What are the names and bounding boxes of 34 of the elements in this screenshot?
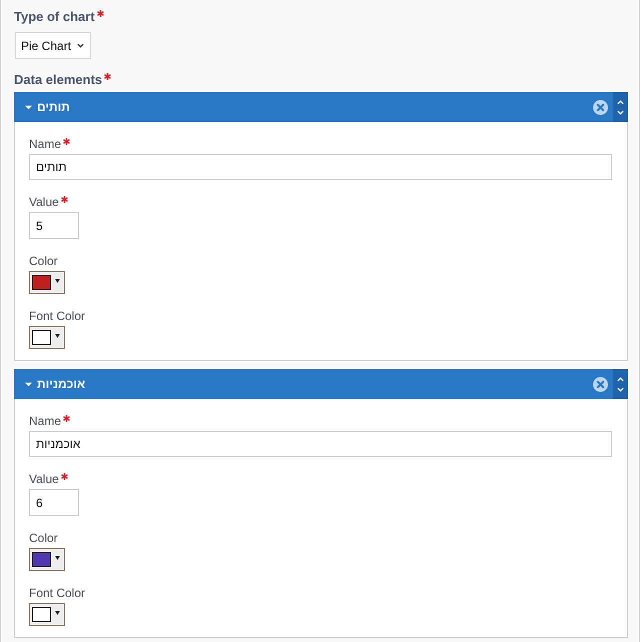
value-input[interactable]: 5	[29, 212, 79, 239]
element-title: אוכמניות	[37, 377, 86, 391]
field-label: Name	[29, 414, 62, 428]
color-picker[interactable]	[29, 326, 65, 349]
field-label: Value	[29, 195, 59, 209]
chevron-up-icon[interactable]	[617, 376, 624, 382]
chart-type-select[interactable]: Pie Chart	[15, 32, 91, 59]
color-picker[interactable]	[29, 271, 65, 294]
chevron-down-icon[interactable]	[617, 386, 624, 392]
caret-down-icon	[55, 334, 60, 338]
chevron-down-icon	[77, 43, 84, 48]
field-label: Font Color	[29, 309, 86, 323]
chevron-up-icon[interactable]	[617, 100, 624, 104]
value-input[interactable]: 6	[29, 489, 79, 516]
element-header[interactable]: תותים	[14, 92, 628, 122]
color-picker[interactable]	[29, 548, 65, 571]
field-label: Data elements	[14, 72, 102, 87]
field-label: Font Color	[29, 586, 86, 600]
color-picker[interactable]	[29, 603, 65, 626]
field-label: Color	[29, 531, 58, 545]
close-icon[interactable]	[593, 100, 608, 114]
caret-down-icon	[55, 610, 60, 614]
chevron-down-icon[interactable]	[617, 110, 624, 114]
name-input[interactable]: תותים	[29, 154, 612, 180]
field-label: Name	[29, 137, 62, 151]
caret-down-icon	[55, 556, 60, 560]
element-header[interactable]: אוכמניות	[14, 369, 628, 399]
close-icon[interactable]	[593, 376, 608, 392]
field-label: Type of chart	[14, 9, 95, 24]
field-label: Value	[29, 472, 59, 486]
name-input[interactable]: אוכמניות	[29, 431, 612, 457]
element-title: תותים	[37, 100, 70, 114]
field-label: Color	[29, 254, 58, 268]
caret-down-icon	[55, 278, 60, 282]
